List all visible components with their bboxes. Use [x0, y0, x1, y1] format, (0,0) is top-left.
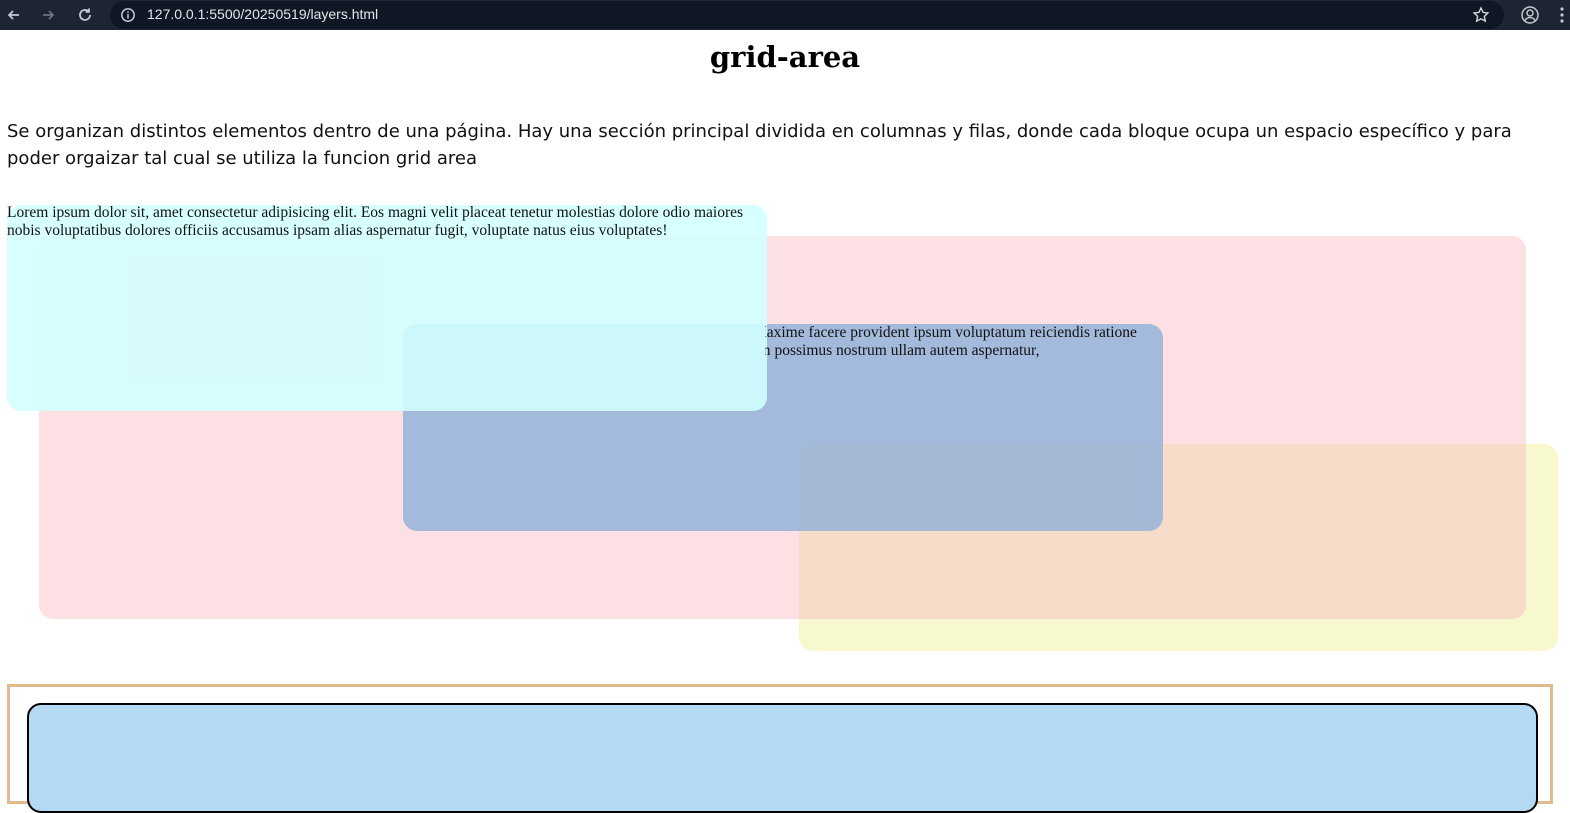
url-text[interactable]: 127.0.0.1:5500/20250519/layers.html	[147, 6, 378, 22]
star-icon[interactable]	[1472, 6, 1490, 24]
profile-icon[interactable]	[1520, 5, 1540, 25]
arrow-right-icon	[43, 10, 55, 20]
reload-icon	[79, 8, 91, 21]
browser-toolbar: 127.0.0.1:5500/20250519/layers.html	[0, 0, 1570, 30]
info-icon[interactable]	[120, 7, 136, 23]
lorem-text-1: Lorem ipsum dolor sit, amet consectetur …	[7, 204, 744, 239]
kebab-menu-icon[interactable]	[1558, 7, 1566, 23]
page-title: grid-area	[709, 40, 861, 74]
back-button[interactable]	[2, 3, 26, 27]
reload-button[interactable]	[73, 3, 97, 27]
address-bar[interactable]: 127.0.0.1:5500/20250519/layers.html	[110, 1, 1504, 29]
forward-button[interactable]	[36, 3, 60, 27]
grid-item-box	[27, 703, 1538, 813]
arrow-left-icon	[7, 10, 19, 20]
lorem-text-2: Lorem ipsum dolor sit amet consectetur a…	[765, 324, 1137, 359]
lorem-text-2-visible-area: Lorem ipsum dolor sit amet consectetur a…	[765, 324, 1163, 364]
intro-paragraph: Se organizan distintos elementos dentro …	[7, 121, 1512, 169]
